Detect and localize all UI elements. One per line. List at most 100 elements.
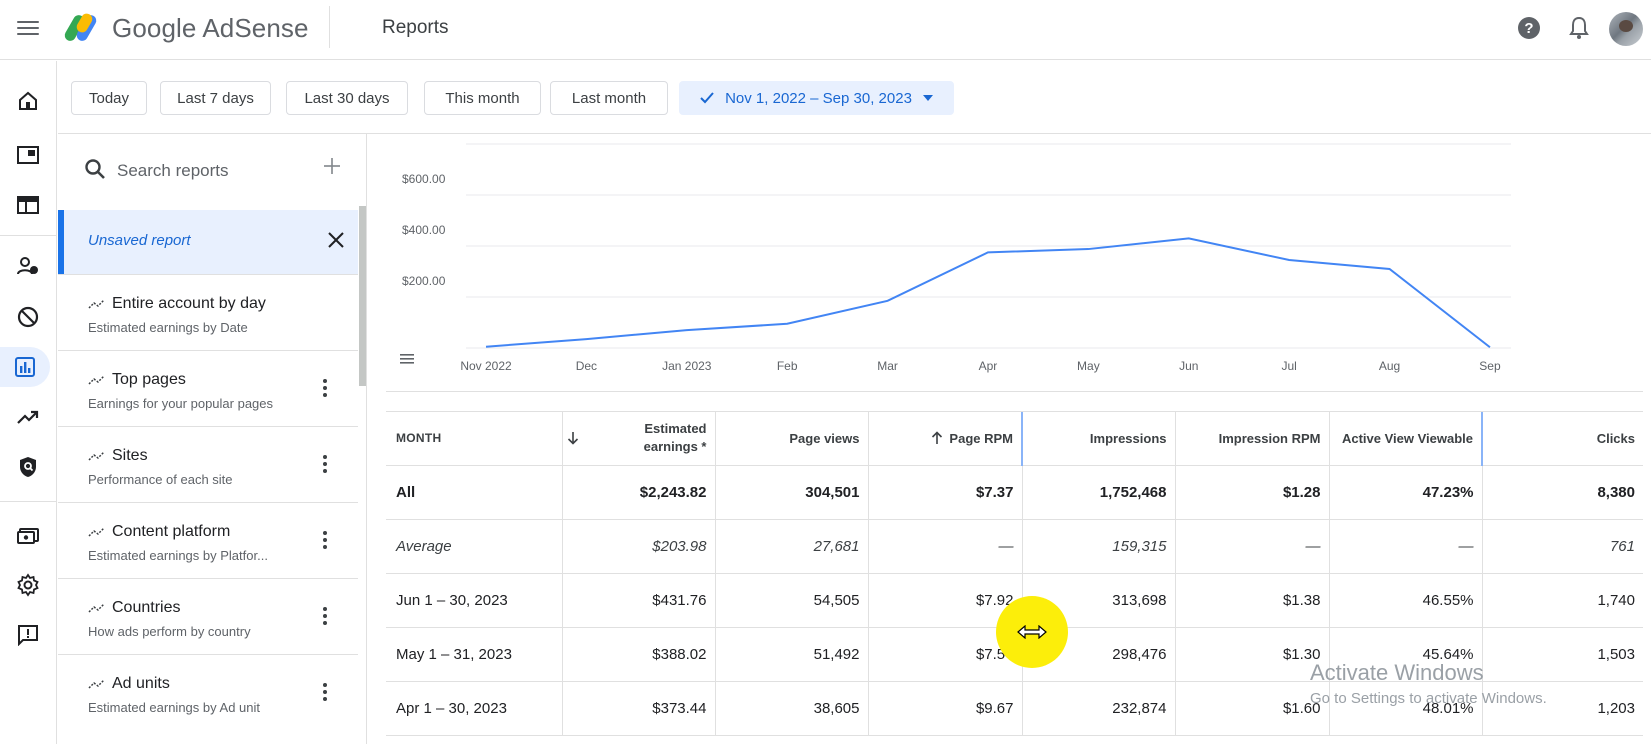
blocking-icon[interactable] (8, 297, 48, 337)
cell-estimated-earnings: $431.76 (562, 573, 716, 628)
report-item[interactable]: Top pages Earnings for your popular page… (58, 350, 358, 431)
adsense-logo[interactable] (62, 12, 102, 44)
table-row-total[interactable]: All $2,243.82 304,501 $7.37 1,752,468 $1.28 47… (386, 465, 1643, 520)
chip-last-month[interactable]: Last month (550, 81, 668, 115)
cell-impressions: 232,874 (1022, 681, 1176, 736)
search-reports[interactable]: Search reports (58, 134, 366, 206)
cell-estimated-earnings: $373.44 (562, 681, 716, 736)
column-header-estimated-earnings[interactable]: Estimated earnings * (562, 412, 716, 466)
chevron-down-icon (922, 95, 933, 101)
column-header-clicks[interactable]: Clicks (1482, 412, 1643, 466)
cell-page-views: 51,492 (715, 627, 869, 682)
date-range-bar: Today Last 7 days Last 30 days This mont… (58, 61, 1651, 134)
report-item[interactable]: Sites Performance of each site (58, 426, 358, 507)
cell-clicks: 1,740 (1482, 573, 1643, 628)
y-tick-label: $800.00 (402, 134, 446, 135)
x-tick-label: Sep (1479, 359, 1501, 373)
more-options-icon[interactable] (322, 455, 328, 473)
feedback-icon[interactable] (8, 615, 48, 655)
ads-icon[interactable] (8, 135, 48, 175)
report-item[interactable]: Ad units Estimated earnings by Ad unit (58, 654, 358, 735)
table-row-average[interactable]: Average $203.98 27,681—159,315— —761 (386, 519, 1643, 574)
x-tick-label: Apr (979, 359, 998, 373)
x-tick-label: Aug (1379, 359, 1400, 373)
column-header-impressions[interactable]: Impressions (1022, 412, 1176, 466)
cell-active-view-viewable: 46.55% (1329, 573, 1483, 628)
report-title: Countries (112, 599, 181, 616)
help-icon[interactable]: ? (1514, 13, 1544, 43)
divider (0, 501, 57, 502)
chip-today[interactable]: Today (71, 81, 147, 115)
page-title: Reports (382, 17, 449, 38)
cell-page-views: 38,605 (715, 681, 869, 736)
more-options-icon[interactable] (322, 607, 328, 625)
report-item[interactable]: Content platform Estimated earnings by P… (58, 502, 358, 583)
cell-month: All (386, 465, 563, 520)
report-title: Ad units (112, 675, 170, 692)
home-icon[interactable] (8, 81, 48, 121)
report-subtitle: Estimated earnings by Ad unit (88, 700, 260, 715)
cell-impression-rpm: — (1175, 519, 1330, 574)
avatar[interactable] (1609, 12, 1643, 46)
cell-page-views: 304,501 (715, 465, 869, 520)
settings-icon[interactable] (8, 565, 48, 605)
column-header-page-rpm[interactable]: Page RPM (868, 412, 1023, 466)
x-tick-label: Nov 2022 (460, 359, 512, 373)
report-title: Entire account by day (112, 295, 266, 312)
unsaved-report-label: Unsaved report (88, 232, 191, 249)
column-header-impression-rpm[interactable]: Impression RPM (1175, 412, 1330, 466)
reports-panel: Search reports Unsaved report Entire acc… (58, 134, 367, 744)
report-subtitle: Performance of each site (88, 472, 233, 487)
report-item[interactable]: Entire account by day Estimated earnings… (58, 274, 358, 355)
column-header-active-view-viewable[interactable]: Active View Viewable (1329, 412, 1483, 466)
chip-last-7-days[interactable]: Last 7 days (160, 81, 271, 115)
more-options-icon[interactable] (322, 531, 328, 549)
cell-month: May 1 – 31, 2023 (386, 627, 563, 682)
sites-icon[interactable] (8, 185, 48, 225)
notifications-icon[interactable] (1564, 13, 1594, 43)
account-icon[interactable] (8, 246, 48, 286)
main-menu-button[interactable] (14, 14, 42, 42)
payments-icon[interactable] (8, 515, 48, 555)
x-tick-label: Mar (877, 359, 898, 373)
cell-active-view-viewable: — (1329, 519, 1483, 574)
more-options-icon[interactable] (322, 683, 328, 701)
cell-impression-rpm: $1.30 (1175, 627, 1330, 682)
close-icon[interactable] (326, 230, 346, 250)
cell-estimated-earnings: $203.98 (562, 519, 716, 574)
report-subtitle: Estimated earnings by Date (88, 320, 248, 335)
optimization-icon[interactable] (8, 397, 48, 437)
cell-impressions: 159,315 (1022, 519, 1176, 574)
cursor-highlight (996, 596, 1068, 668)
report-title: Top pages (112, 371, 186, 388)
add-icon[interactable] (322, 156, 342, 176)
column-header-page-views[interactable]: Page views (715, 412, 869, 466)
cell-page-rpm: $9.67 (868, 681, 1023, 736)
chip-last-30-days[interactable]: Last 30 days (286, 81, 408, 115)
privacy-icon[interactable] (8, 447, 48, 487)
search-input[interactable]: Search reports (117, 161, 229, 181)
scrollbar[interactable] (359, 206, 366, 386)
windows-watermark: Activate Windows Go to Settings to activ… (1310, 660, 1547, 707)
cell-page-views: 54,505 (715, 573, 869, 628)
report-item[interactable]: Countries How ads perform by country (58, 578, 358, 659)
more-options-icon[interactable] (322, 379, 328, 397)
chip-this-month[interactable]: This month (424, 81, 541, 115)
y-tick-label: $600.00 (402, 172, 446, 186)
cell-month: Apr 1 – 30, 2023 (386, 681, 563, 736)
x-tick-label: Jun (1179, 359, 1198, 373)
sparkline-icon (88, 451, 105, 461)
report-title: Content platform (112, 523, 231, 540)
cell-month: Average (386, 519, 563, 574)
cell-page-views: 27,681 (715, 519, 869, 574)
resize-cursor-icon (1017, 625, 1047, 639)
column-header-month[interactable]: MONTH (386, 412, 563, 466)
reports-icon[interactable] (0, 347, 50, 387)
cell-clicks: 8,380 (1482, 465, 1643, 520)
report-subtitle: Earnings for your popular pages (88, 396, 274, 411)
search-icon (85, 159, 105, 179)
watermark-subtitle: Go to Settings to activate Windows. (1310, 690, 1547, 707)
unsaved-report-item[interactable]: Unsaved report (58, 210, 358, 274)
custom-date-range-dropdown[interactable]: Nov 1, 2022 – Sep 30, 2023 (679, 81, 954, 115)
cell-month: Jun 1 – 30, 2023 (386, 573, 563, 628)
